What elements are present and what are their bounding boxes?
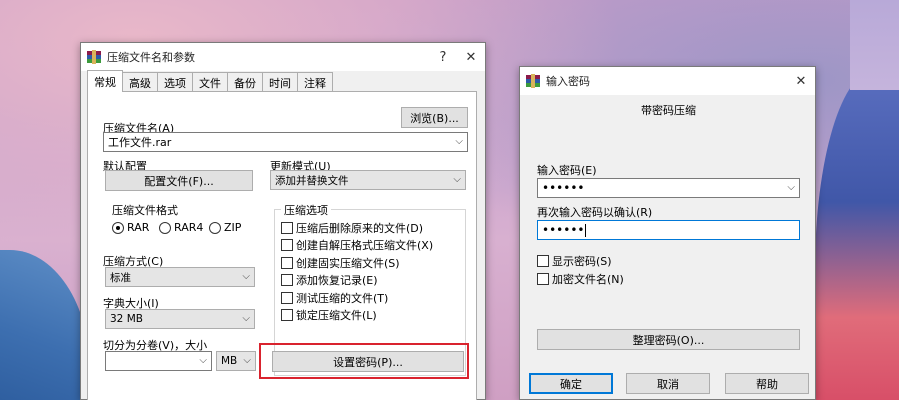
archive-dialog: 压缩文件名和参数 ? ✕ 常规 高级 选项 文件 备份 时间 注释 压缩文件名(… <box>80 42 486 400</box>
option-recovery[interactable]: 添加恢复记录(E) <box>281 272 378 288</box>
format-zip-radio[interactable]: ZIP <box>209 221 241 234</box>
tab-options[interactable]: 选项 <box>157 72 193 92</box>
format-group: 压缩文件格式 RAR RAR4 ZIP <box>105 204 255 242</box>
chevron-down-icon: ⌵ <box>242 271 250 282</box>
chevron-down-icon[interactable]: ⌵ <box>787 182 795 193</box>
reenter-password-label: 再次输入密码以确认(R) <box>537 206 653 219</box>
chevron-down-icon[interactable]: ⌵ <box>455 136 463 147</box>
password-dialog-title: 输入密码 <box>546 75 590 88</box>
option-solid[interactable]: 创建固实压缩文件(S) <box>281 255 400 271</box>
tab-comment[interactable]: 注释 <box>297 72 333 92</box>
reenter-password-field[interactable]: •••••• <box>537 220 800 240</box>
wallpaper-shape-top-right <box>850 0 899 90</box>
format-rar-radio[interactable]: RAR <box>112 221 149 234</box>
ok-button[interactable]: 确定 <box>529 373 613 394</box>
password-dialog-titlebar[interactable]: 输入密码 ✕ <box>520 67 815 95</box>
options-group-title: 压缩选项 <box>281 202 331 218</box>
help-button[interactable]: 帮助 <box>725 373 809 394</box>
tab-advanced[interactable]: 高级 <box>122 72 158 92</box>
checkbox[interactable] <box>281 292 293 304</box>
chevron-down-icon: ⌵ <box>453 174 461 185</box>
tab-time[interactable]: 时间 <box>262 72 298 92</box>
method-select[interactable]: 标准 ⌵ <box>105 267 255 287</box>
password-dialog: 输入密码 ✕ 带密码压缩 输入密码(E) •••••• ⌵ 再次输入密码以确认(… <box>519 66 816 400</box>
tab-files[interactable]: 文件 <box>192 72 228 92</box>
split-unit-select[interactable]: MB ⌵ <box>216 351 256 371</box>
option-delete-after[interactable]: 压缩后删除原来的文件(D) <box>281 220 423 236</box>
password-header: 带密码压缩 <box>641 104 696 117</box>
chevron-down-icon: ⌵ <box>242 313 250 324</box>
winrar-icon <box>87 50 101 64</box>
help-button[interactable]: ? <box>429 46 457 68</box>
browse-button[interactable]: 浏览(B)... <box>401 107 468 128</box>
tab-backup[interactable]: 备份 <box>227 72 263 92</box>
dictionary-value: 32 MB <box>110 313 143 325</box>
archive-tabs: 常规 高级 选项 文件 备份 时间 注释 <box>87 70 333 92</box>
profiles-button[interactable]: 配置文件(F)... <box>105 170 253 191</box>
checkbox[interactable] <box>281 239 293 251</box>
close-icon[interactable]: ✕ <box>787 70 815 92</box>
radio-selected[interactable] <box>112 221 124 234</box>
general-tab-panel: 压缩文件名(A) 浏览(B)... 工作文件.rar ⌵ 默认配置 配置文件(F… <box>87 91 477 400</box>
encrypt-filenames-checkbox[interactable]: 加密文件名(N) <box>537 271 624 287</box>
enter-password-label: 输入密码(E) <box>537 164 597 177</box>
archive-dialog-title: 压缩文件名和参数 <box>107 51 195 64</box>
option-lock[interactable]: 锁定压缩文件(L) <box>281 307 377 323</box>
method-value: 标准 <box>110 271 131 284</box>
update-mode-value: 添加并替换文件 <box>275 174 349 187</box>
set-password-button[interactable]: 设置密码(P)... <box>272 351 464 372</box>
checkbox[interactable] <box>281 309 293 321</box>
checkbox[interactable] <box>281 257 293 269</box>
update-mode-select[interactable]: 添加并替换文件 ⌵ <box>270 170 466 190</box>
radio[interactable] <box>159 221 171 234</box>
tab-general[interactable]: 常规 <box>87 70 123 92</box>
enter-password-field[interactable]: •••••• ⌵ <box>537 178 800 198</box>
checkbox[interactable] <box>281 222 293 234</box>
winrar-icon <box>526 74 540 88</box>
archive-name-field[interactable]: 工作文件.rar ⌵ <box>103 132 468 152</box>
option-sfx[interactable]: 创建自解压格式压缩文件(X) <box>281 237 433 253</box>
close-icon[interactable]: ✕ <box>457 46 485 68</box>
option-test[interactable]: 测试压缩的文件(T) <box>281 290 388 306</box>
organize-passwords-button[interactable]: 整理密码(O)... <box>537 329 800 350</box>
checkbox[interactable] <box>281 274 293 286</box>
show-password-checkbox[interactable]: 显示密码(S) <box>537 253 612 269</box>
archive-name-value: 工作文件.rar <box>108 136 172 149</box>
dictionary-select[interactable]: 32 MB ⌵ <box>105 309 255 329</box>
split-size-field[interactable]: ⌵ <box>105 351 212 371</box>
cancel-button[interactable]: 取消 <box>626 373 710 394</box>
enter-password-value: •••••• <box>542 181 585 195</box>
chevron-down-icon: ⌵ <box>243 355 251 366</box>
radio[interactable] <box>209 221 221 234</box>
text-caret <box>585 223 587 237</box>
reenter-password-value: •••••• <box>542 223 585 237</box>
checkbox[interactable] <box>537 255 549 267</box>
chevron-down-icon[interactable]: ⌵ <box>199 355 207 366</box>
checkbox[interactable] <box>537 273 549 285</box>
format-group-title: 压缩文件格式 <box>112 204 178 217</box>
format-rar4-radio[interactable]: RAR4 <box>159 221 203 234</box>
archive-dialog-titlebar[interactable]: 压缩文件名和参数 ? ✕ <box>81 43 485 71</box>
